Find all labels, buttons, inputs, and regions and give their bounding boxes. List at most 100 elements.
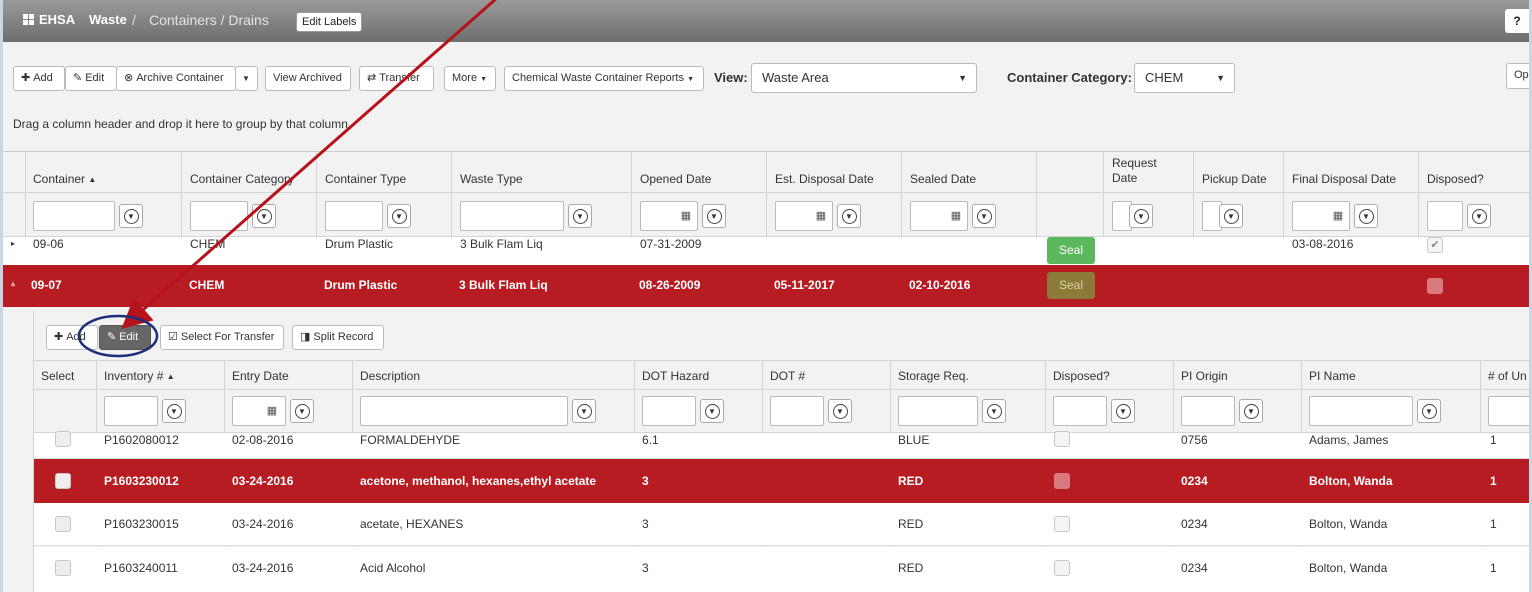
cell-opened: 08-26-2009 <box>639 278 701 292</box>
filter-input-description[interactable] <box>360 396 568 426</box>
filter-input-waste-type[interactable] <box>460 201 564 231</box>
filter-input-disposed[interactable] <box>1053 396 1107 426</box>
column-header-disposed[interactable]: Disposed? <box>1053 369 1110 383</box>
filter-icon[interactable]: ▼ <box>1354 204 1378 228</box>
filter-input-container[interactable] <box>33 201 115 231</box>
column-header-container-category[interactable]: Container Category <box>190 172 294 186</box>
filter-input-pi-name[interactable] <box>1309 396 1413 426</box>
seal-button[interactable]: Seal <box>1047 237 1095 264</box>
column-header-request-date[interactable]: Request Date <box>1112 156 1182 186</box>
column-header-container-type[interactable]: Container Type <box>325 172 406 186</box>
detail-edit-button[interactable]: ✎ Edit <box>99 325 151 350</box>
detail-add-button[interactable]: ✚ Add <box>46 325 98 350</box>
view-archived-button[interactable]: View Archived <box>265 66 351 91</box>
column-header-disposed[interactable]: Disposed? <box>1427 172 1484 186</box>
options-button[interactable]: Op <box>1506 63 1529 89</box>
filter-icon[interactable]: ▼ <box>828 399 852 423</box>
container-category-select[interactable]: CHEM ▼ <box>1134 63 1235 93</box>
table-row[interactable]: ▸ 09-06 CHEM Drum Plastic 3 Bulk Flam Li… <box>3 237 1529 265</box>
split-record-button[interactable]: ◨ Split Record <box>292 325 384 350</box>
column-header-storage-req[interactable]: Storage Req. <box>898 369 969 383</box>
filter-icon[interactable]: ▼ <box>972 204 996 228</box>
archive-container-button[interactable]: ⊗ Archive Container <box>116 66 236 91</box>
column-header-container[interactable]: Container ▲ <box>33 172 96 186</box>
filter-icon[interactable]: ▼ <box>1417 399 1441 423</box>
column-header-pickup-date[interactable]: Pickup Date <box>1202 172 1267 186</box>
plus-icon: ✚ <box>54 331 64 343</box>
seal-button[interactable]: Seal <box>1047 272 1095 299</box>
expand-caret-icon[interactable]: ▸ <box>11 239 15 248</box>
filter-input-category[interactable] <box>190 201 248 231</box>
filter-icon[interactable]: ▼ <box>982 399 1006 423</box>
filter-icon[interactable]: ▼ <box>837 204 861 228</box>
column-header-dot-hazard[interactable]: DOT Hazard <box>642 369 709 383</box>
column-header-sealed-date[interactable]: Sealed Date <box>910 172 976 186</box>
column-header-description[interactable]: Description <box>360 369 420 383</box>
breadcrumb-waste[interactable]: Waste <box>89 12 127 27</box>
filter-icon[interactable]: ▼ <box>1219 204 1243 228</box>
select-checkbox[interactable] <box>55 431 71 447</box>
select-checkbox[interactable] <box>55 516 71 532</box>
filter-icon[interactable]: ▼ <box>1467 204 1491 228</box>
collapse-caret-icon[interactable]: ▴ <box>11 279 15 288</box>
column-header-pi-name[interactable]: PI Name <box>1309 369 1356 383</box>
filter-icon[interactable]: ▼ <box>252 204 276 228</box>
filter-icon[interactable]: ▼ <box>568 204 592 228</box>
cell-category: CHEM <box>189 278 225 292</box>
table-row[interactable]: P1603230015 03-24-2016 acetate, HEXANES … <box>34 503 1529 546</box>
filter-input-pi-origin[interactable] <box>1181 396 1235 426</box>
filter-input-container-type[interactable] <box>325 201 383 231</box>
filter-icon[interactable]: ▼ <box>702 204 726 228</box>
filter-icon[interactable]: ▼ <box>1129 204 1153 228</box>
filter-input-inventory[interactable] <box>104 396 158 426</box>
add-button[interactable]: ✚ Add <box>13 66 65 91</box>
app-brand[interactable]: EHSA <box>23 12 75 27</box>
filter-icon[interactable]: ▼ <box>162 399 186 423</box>
filter-icon[interactable]: ▼ <box>1111 399 1135 423</box>
column-header-final-disposal-date[interactable]: Final Disposal Date <box>1292 172 1396 186</box>
filter-input-dot-number[interactable] <box>770 396 824 426</box>
column-header-opened-date[interactable]: Opened Date <box>640 172 711 186</box>
calendar-icon[interactable]: ▦ <box>945 203 967 229</box>
edit-button[interactable]: ✎ Edit <box>65 66 117 91</box>
select-checkbox[interactable] <box>55 560 71 576</box>
transfer-button[interactable]: ⇄ Transfer <box>359 66 434 91</box>
table-row-selected[interactable]: P1603230012 03-24-2016 acetone, methanol… <box>34 459 1529 503</box>
filter-input-dot-hazard[interactable] <box>642 396 696 426</box>
filter-input-disposed[interactable] <box>1427 201 1463 231</box>
table-row[interactable]: P1603240011 03-24-2016 Acid Alcohol 3 RE… <box>34 547 1529 592</box>
table-row-selected[interactable]: ▴ 09-07 CHEM Drum Plastic 3 Bulk Flam Li… <box>3 265 1529 307</box>
view-select[interactable]: Waste Area ▼ <box>751 63 977 93</box>
table-row[interactable]: P1602080012 02-08-2016 FORMALDEHYDE 6.1 … <box>34 431 1529 459</box>
help-icon[interactable]: ? <box>1505 9 1529 33</box>
more-dropdown-button[interactable]: More ▼ <box>444 66 496 91</box>
caret-down-icon: ▼ <box>958 73 967 83</box>
sort-ascending-icon: ▲ <box>88 174 97 184</box>
select-checkbox[interactable] <box>55 473 71 489</box>
column-header-entry-date[interactable]: Entry Date <box>232 369 289 383</box>
filter-input-storage[interactable] <box>898 396 978 426</box>
chemical-waste-reports-button[interactable]: Chemical Waste Container Reports ▼ <box>504 66 704 91</box>
calendar-icon[interactable]: ▦ <box>261 398 283 424</box>
filter-icon[interactable]: ▼ <box>1239 399 1263 423</box>
edit-labels-button[interactable]: Edit Labels <box>296 12 363 32</box>
column-header-pi-origin[interactable]: PI Origin <box>1181 369 1228 383</box>
cell-storage: RED <box>898 517 924 531</box>
filter-icon[interactable]: ▼ <box>119 204 143 228</box>
calendar-icon[interactable]: ▦ <box>1327 203 1349 229</box>
column-header-waste-type[interactable]: Waste Type <box>460 172 523 186</box>
select-for-transfer-button[interactable]: ☑ Select For Transfer <box>160 325 284 350</box>
column-header-units[interactable]: # of Un <box>1488 369 1527 383</box>
calendar-icon[interactable]: ▦ <box>675 203 697 229</box>
filter-input-units[interactable] <box>1488 396 1529 426</box>
archive-dropdown-toggle[interactable]: ▼ <box>235 66 258 91</box>
filter-icon[interactable]: ▼ <box>572 399 596 423</box>
column-header-label: Inventory # <box>104 369 164 383</box>
column-header-inventory[interactable]: Inventory # ▲ <box>104 369 175 383</box>
calendar-icon[interactable]: ▦ <box>810 203 832 229</box>
filter-icon[interactable]: ▼ <box>387 204 411 228</box>
filter-icon[interactable]: ▼ <box>290 399 314 423</box>
column-header-dot-number[interactable]: DOT # <box>770 369 805 383</box>
column-header-est-disposal-date[interactable]: Est. Disposal Date <box>775 172 874 186</box>
filter-icon[interactable]: ▼ <box>700 399 724 423</box>
